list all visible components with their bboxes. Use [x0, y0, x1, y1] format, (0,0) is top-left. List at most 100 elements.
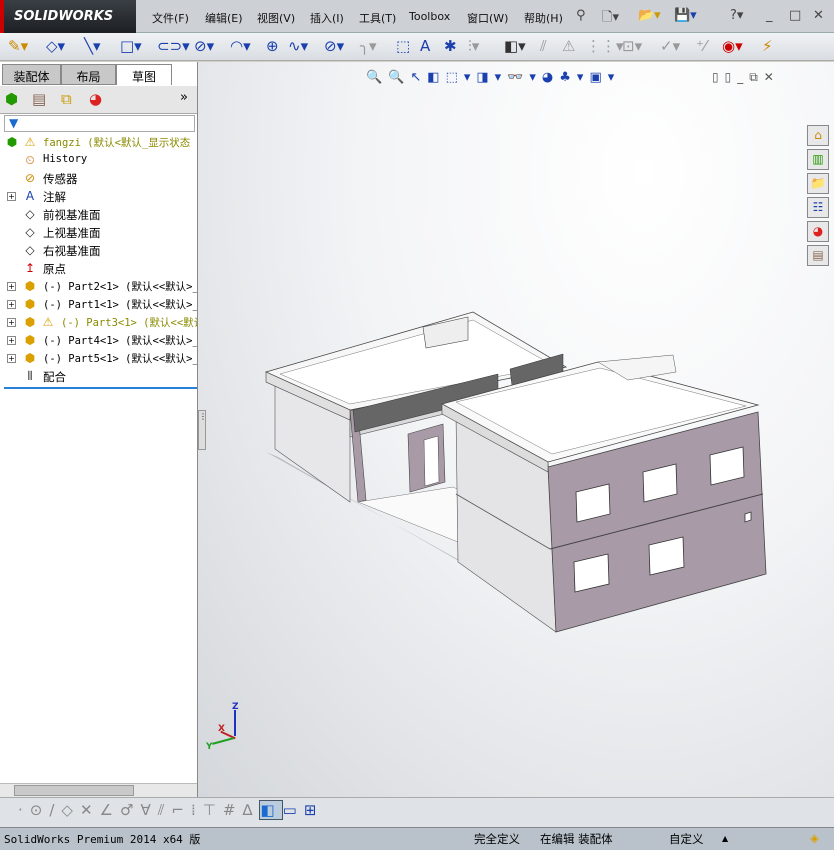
pattern-icon[interactable]: ⋮⋮▾ [586, 37, 624, 55]
graphics-area[interactable]: ⋮ 🔍🔍↖◧⬚▾◨▾👓▾◕♣▾▣▾ ▯▯_⧉✕ Z X Y [198, 62, 834, 797]
expand-panel-icon[interactable]: » [180, 90, 188, 105]
text-icon[interactable]: A [420, 37, 430, 55]
tree-item-label: 上视基准面 [43, 226, 101, 240]
menu-window[interactable]: 窗口(W) [467, 10, 508, 26]
circle-icon[interactable]: ⊘▾ [194, 37, 214, 55]
midpoint-snap-icon[interactable]: / [49, 801, 61, 819]
solidworks-resources-icon[interactable]: ⌂ [807, 125, 829, 146]
plane-icon: ◇ [25, 207, 35, 221]
menu-toolbox[interactable]: Toolbox [409, 10, 450, 23]
offset-icon[interactable]: ⫽ [540, 37, 547, 55]
relations-icon[interactable]: ⚠ [562, 37, 575, 55]
tag-icon[interactable]: ◈ [810, 831, 819, 845]
menu-tools[interactable]: 工具(T) [359, 10, 396, 26]
maximize-icon[interactable]: □ [789, 8, 801, 23]
expand-icon[interactable]: + [7, 282, 16, 291]
units-dropdown-icon[interactable]: ▲ [722, 834, 728, 843]
display-manager-icon[interactable]: ◕ [89, 90, 102, 108]
rollback-bar[interactable] [4, 387, 197, 389]
shaded-view-icon[interactable]: ◧ [259, 800, 283, 820]
expand-icon[interactable]: + [7, 354, 16, 363]
point-snap-icon[interactable]: · [18, 801, 30, 819]
quadrant-snap-icon[interactable]: ◇ [61, 801, 80, 819]
expand-icon[interactable]: + [7, 300, 16, 309]
open-folder-icon[interactable]: 📂▾ [638, 8, 661, 23]
save-icon[interactable]: 💾▾ [674, 8, 697, 23]
expand-icon[interactable]: + [7, 192, 16, 201]
mirror-icon[interactable]: ⫶▾ [468, 37, 479, 55]
polygon-icon[interactable]: ⊕ [266, 37, 279, 55]
view-palette-icon[interactable]: ☷ [807, 197, 829, 218]
filter-input[interactable]: ▼ [4, 115, 195, 132]
point-icon[interactable]: ✱ [444, 37, 457, 55]
angle-snap-icon[interactable]: ∆ [242, 801, 259, 819]
single-view-icon[interactable]: ▭ [283, 801, 304, 819]
feature-manager-icon[interactable]: ⬢ [5, 90, 18, 108]
units-selector[interactable]: 自定义 [669, 831, 704, 847]
ellipse-icon[interactable]: ⊘▾ [324, 37, 344, 55]
tree-item-label: (-) Part5<1> (默认<<默认>_ [43, 353, 197, 365]
tab-sketch[interactable]: 草图 [116, 64, 172, 85]
horizontal-scrollbar[interactable] [0, 783, 197, 797]
menu-file[interactable]: 文件(F) [152, 10, 189, 26]
y-axis [212, 737, 234, 745]
appearances-icon[interactable]: ◕ [807, 221, 829, 242]
tab-layout[interactable]: 布局 [61, 64, 116, 85]
file-explorer-icon[interactable]: 📁 [807, 173, 829, 194]
expand-icon[interactable]: + [7, 318, 16, 327]
menu-insert[interactable]: 插入(I) [310, 10, 344, 26]
minimize-icon[interactable]: _ [766, 8, 773, 23]
axis-triad: Z X Y [206, 702, 246, 752]
move-icon[interactable]: ⊡▾ [622, 37, 642, 55]
menu-view[interactable]: 视图(V) [257, 10, 295, 26]
configuration-manager-icon[interactable]: ⧉ [61, 90, 72, 108]
feature-tree: ⬢ ⚠ fangzi (默认<默认_显示状态 ⏲ History ⊘ 传感器 + A 注解 ◇ 前视基… [0, 134, 197, 386]
pin-icon[interactable]: ⚲ [576, 8, 586, 23]
plane-icon: ◇ [25, 225, 35, 239]
tree-item-label: 配合 [43, 370, 66, 384]
close-icon[interactable]: ✕ [813, 8, 824, 23]
instant2d-icon[interactable]: ⚡ [762, 37, 773, 55]
feature-manager-panel: 装配体 布局 草图 ⬢ ▤ ⧉ ◕ » ▼ ⬢ ⚠ fangzi (默认<默认_显示… [0, 62, 198, 797]
property-manager-icon[interactable]: ▤ [32, 90, 46, 108]
manager-tabs: ⬢ ▤ ⧉ ◕ » [0, 86, 197, 114]
perpendicular-snap-icon[interactable]: ∀ [140, 801, 157, 819]
house-model[interactable] [198, 62, 834, 797]
rapid-sketch-icon[interactable]: ◉▾ [722, 37, 743, 55]
convert-icon[interactable]: ◧▾ [504, 37, 526, 55]
repair-icon[interactable]: ✓▾ [660, 37, 680, 55]
expand-icon[interactable]: + [7, 336, 16, 345]
help-icon[interactable]: ?▾ [730, 8, 743, 23]
vertical-snap-icon[interactable]: ⁞ [191, 801, 203, 819]
intersection-snap-icon[interactable]: ✕ [80, 801, 100, 819]
horizontal-snap-icon[interactable]: ⌐ [171, 801, 191, 819]
tab-assembly[interactable]: 装配体 [2, 64, 61, 85]
nearest-snap-icon[interactable]: ∠ [100, 801, 120, 819]
four-view-icon[interactable]: ⊞ [304, 801, 324, 819]
line-icon[interactable]: ╲▾ [84, 37, 101, 55]
construction-icon[interactable]: ⬚ [396, 37, 410, 55]
fillet-icon[interactable]: ╮▾ [360, 37, 377, 55]
center-snap-icon[interactable]: ⊙ [30, 801, 50, 819]
length-snap-icon[interactable]: ⊤ [203, 801, 223, 819]
scrollbar-thumb[interactable] [14, 785, 134, 796]
sensor-icon: ⊘ [24, 171, 36, 185]
arc-icon[interactable]: ◠▾ [230, 37, 251, 55]
smart-dimension-icon[interactable]: ◇▾ [46, 37, 65, 55]
rectangle-icon[interactable]: □▾ [120, 37, 142, 55]
menu-help[interactable]: 帮助(H) [524, 10, 563, 26]
filter-icon[interactable]: ▼ [9, 116, 18, 130]
tree-item-label: 传感器 [43, 172, 78, 186]
new-file-icon[interactable]: 🗋▾ [602, 8, 619, 30]
spline-icon[interactable]: ∿▾ [288, 37, 308, 55]
design-library-icon[interactable]: ▥ [807, 149, 829, 170]
tangent-snap-icon[interactable]: ♂ [120, 801, 140, 819]
tree-item-label: 右视基准面 [43, 244, 101, 258]
menu-edit[interactable]: 编辑(E) [205, 10, 243, 26]
custom-properties-icon[interactable]: ▤ [807, 245, 829, 266]
slot-icon[interactable]: ⊂⊃▾ [157, 37, 190, 55]
quick-snap-icon[interactable]: ⁺⁄ [696, 37, 706, 55]
grid-snap-icon[interactable]: # [223, 801, 243, 819]
parallel-snap-icon[interactable]: ⫽ [158, 801, 172, 819]
sketch-icon[interactable]: ✎▾ [8, 37, 28, 55]
